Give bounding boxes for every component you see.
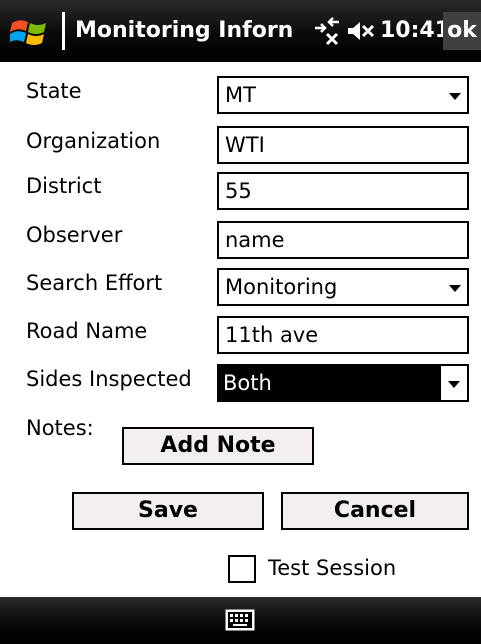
dropdown-button[interactable] xyxy=(439,366,467,400)
organization-field[interactable]: WTI xyxy=(217,126,469,164)
cancel-button[interactable]: Cancel xyxy=(281,492,469,530)
search-effort-select[interactable]: Monitoring xyxy=(217,268,469,306)
window-title: Monitoring Inforn xyxy=(75,18,294,43)
windows-start-icon[interactable] xyxy=(10,15,50,49)
title-bar: Monitoring Inforn 10:41 ok xyxy=(0,0,481,62)
organization-label: Organization xyxy=(26,129,161,153)
sides-inspected-value: Both xyxy=(223,371,272,395)
district-label: District xyxy=(26,174,102,198)
road-name-field[interactable]: 11th ave xyxy=(217,316,469,354)
sides-inspected-select[interactable]: Both xyxy=(217,364,469,402)
keyboard-icon[interactable] xyxy=(225,609,255,631)
state-select[interactable]: MT xyxy=(217,76,469,114)
notes-label: Notes: xyxy=(26,416,94,440)
connectivity-icon[interactable] xyxy=(312,16,342,46)
observer-label: Observer xyxy=(26,223,123,247)
title-divider xyxy=(62,12,65,50)
test-session-label[interactable]: Test Session xyxy=(268,554,396,582)
chevron-down-icon xyxy=(448,381,460,388)
save-button[interactable]: Save xyxy=(72,492,264,530)
observer-field[interactable]: name xyxy=(217,221,469,259)
add-note-button[interactable]: Add Note xyxy=(122,427,314,465)
sides-inspected-label: Sides Inspected xyxy=(26,367,192,391)
ok-button[interactable]: ok xyxy=(443,12,481,50)
road-name-label: Road Name xyxy=(26,319,148,343)
test-session-checkbox[interactable] xyxy=(228,555,256,583)
district-field[interactable]: 55 xyxy=(217,172,469,210)
volume-muted-icon[interactable] xyxy=(347,19,375,43)
app-window: Monitoring Inforn 10:41 ok State MT Orga… xyxy=(0,0,481,644)
search-effort-value: Monitoring xyxy=(225,275,338,299)
chevron-down-icon xyxy=(449,285,461,292)
clock[interactable]: 10:41 xyxy=(380,14,450,48)
search-effort-label: Search Effort xyxy=(26,271,163,295)
soft-key-bar xyxy=(0,597,481,644)
chevron-down-icon xyxy=(449,93,461,100)
state-label: State xyxy=(26,79,82,103)
state-value: MT xyxy=(225,83,256,107)
